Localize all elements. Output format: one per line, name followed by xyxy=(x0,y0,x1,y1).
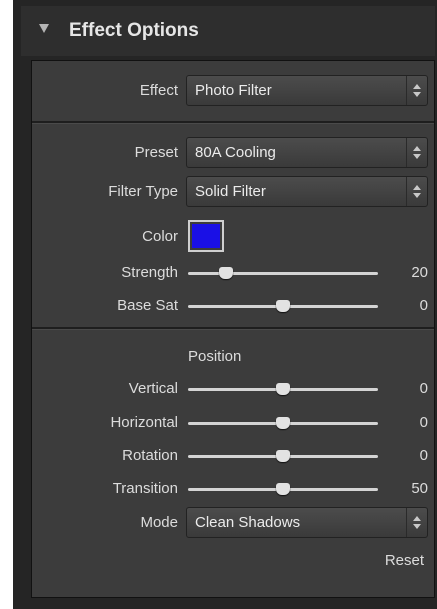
preset-select[interactable]: 80A Cooling xyxy=(186,137,428,168)
preset-label: Preset xyxy=(134,144,178,161)
up-down-arrows-icon[interactable] xyxy=(406,138,427,167)
base-sat-slider[interactable] xyxy=(188,296,378,316)
vertical-label: Vertical xyxy=(128,380,178,397)
slider-thumb[interactable] xyxy=(276,483,290,495)
section-title: Effect Options xyxy=(69,20,199,41)
vertical-value: 0 xyxy=(419,380,428,397)
effect-label: Effect xyxy=(139,82,178,99)
effect-value: Photo Filter xyxy=(195,82,272,99)
rotation-value: 0 xyxy=(419,447,428,464)
reset-button[interactable]: Reset xyxy=(385,551,424,571)
preset-value: 80A Cooling xyxy=(195,144,276,161)
triangle-down-icon[interactable] xyxy=(39,24,49,33)
up-down-arrows-icon[interactable] xyxy=(406,508,427,537)
options-panel: Effect Photo Filter Preset 80A Cooling F… xyxy=(31,60,435,598)
slider-thumb[interactable] xyxy=(276,417,290,429)
base-sat-value: 0 xyxy=(419,297,428,314)
section-header[interactable]: Effect Options xyxy=(21,6,435,56)
transition-label: Transition xyxy=(112,480,178,497)
divider xyxy=(32,327,434,330)
up-down-arrows-icon[interactable] xyxy=(406,76,427,105)
filter-type-label: Filter Type xyxy=(108,183,178,200)
strength-value: 20 xyxy=(411,264,428,281)
color-swatch-fill xyxy=(192,224,220,248)
slider-track xyxy=(188,272,378,275)
position-title: Position xyxy=(188,348,242,365)
filter-type-select[interactable]: Solid Filter xyxy=(186,176,428,207)
mode-value: Clean Shadows xyxy=(195,514,301,531)
divider xyxy=(32,121,434,124)
horizontal-label: Horizontal xyxy=(110,414,178,431)
effect-select[interactable]: Photo Filter xyxy=(186,75,428,106)
color-swatch[interactable] xyxy=(188,220,224,252)
strength-label: Strength xyxy=(121,264,178,281)
slider-thumb[interactable] xyxy=(276,450,290,462)
up-down-arrows-icon[interactable] xyxy=(406,177,427,206)
strength-slider[interactable] xyxy=(188,263,378,283)
filter-type-value: Solid Filter xyxy=(195,183,266,200)
color-label: Color xyxy=(142,228,178,245)
horizontal-value: 0 xyxy=(419,414,428,431)
transition-slider[interactable] xyxy=(188,479,378,499)
rotation-slider[interactable] xyxy=(188,446,378,466)
effect-options-window: Effect Options Effect Photo Filter Prese… xyxy=(13,0,437,609)
slider-thumb[interactable] xyxy=(276,383,290,395)
base-sat-label: Base Sat xyxy=(117,297,178,314)
horizontal-slider[interactable] xyxy=(188,413,378,433)
transition-value: 50 xyxy=(411,480,428,497)
slider-thumb[interactable] xyxy=(219,267,233,279)
mode-select[interactable]: Clean Shadows xyxy=(186,507,428,538)
rotation-label: Rotation xyxy=(122,447,178,464)
vertical-slider[interactable] xyxy=(188,379,378,399)
slider-thumb[interactable] xyxy=(276,300,290,312)
mode-label: Mode xyxy=(140,514,178,531)
